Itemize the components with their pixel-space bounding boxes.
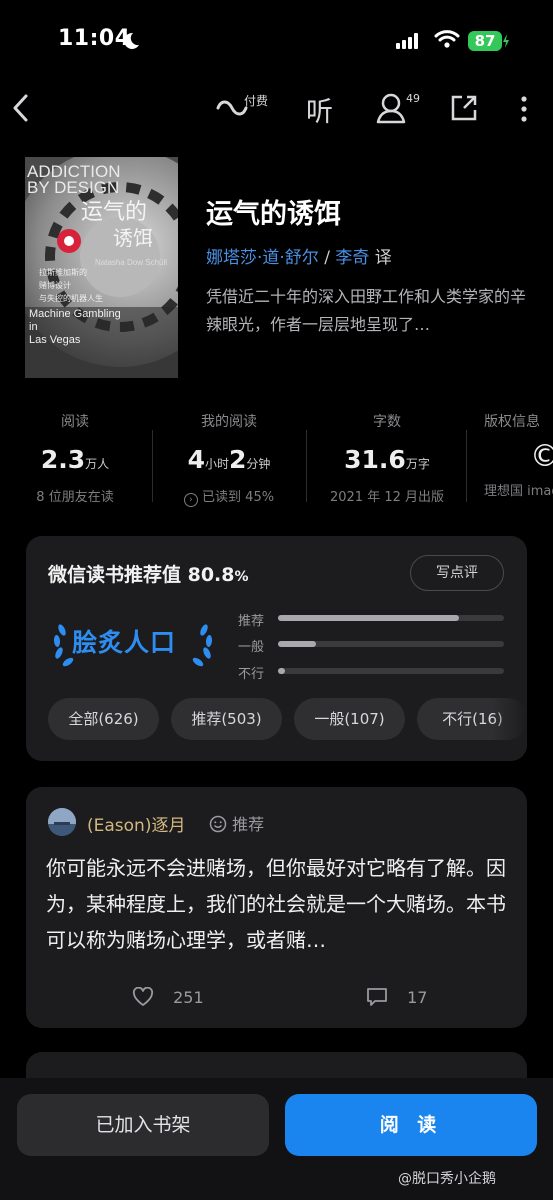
cover-title-cn: 运气的: [81, 200, 147, 225]
cover-title-cn-2: 诱饵: [113, 226, 153, 250]
smile-icon: [209, 815, 227, 833]
comment-button[interactable]: 17: [366, 987, 427, 1007]
cover-cn-line: 赌博设计: [39, 280, 71, 290]
translator-link[interactable]: 李奇: [335, 248, 369, 268]
rating-title-text: 微信读书推荐值 80.8: [48, 564, 235, 586]
rating-title: 微信读书推荐值 80.8%: [48, 560, 249, 587]
like-button[interactable]: 251: [132, 986, 204, 1007]
stat-sub: 2021 年 12 月出版: [329, 490, 445, 505]
watermark: @脱口秀小企鹅: [398, 1171, 496, 1187]
moon-icon: [124, 32, 139, 49]
comment-icon: [367, 988, 387, 1006]
bar-fill: [278, 615, 459, 621]
author-separator: /: [318, 248, 336, 268]
write-review-button[interactable]: 写点评: [410, 555, 504, 591]
rating-badge: 脍炙人口: [72, 628, 177, 657]
reviewer-name[interactable]: (Eason)逐月: [87, 811, 185, 836]
cover-en-line: Machine Gambling: [29, 308, 121, 320]
copyright-icon: ©: [530, 439, 553, 474]
stat-my-reading[interactable]: 我的阅读 4小时2分钟 › 已读到 45%: [154, 411, 304, 507]
word-unit: 万字: [405, 457, 430, 471]
author-line: 娜塔莎·道·舒尔 / 李奇 译: [206, 243, 392, 268]
cover-title-en-2: BY DESIGN: [27, 178, 119, 197]
translator-suffix: 译: [369, 248, 392, 268]
filter-average[interactable]: 一般(107): [294, 698, 405, 740]
stat-copyright[interactable]: 版权信息 © 理想国 imaginist: [484, 411, 553, 499]
bar-label-recommend: 推荐: [238, 614, 265, 629]
wifi-icon: [434, 30, 460, 48]
stat-divider: [306, 430, 307, 502]
reader-count: 49: [406, 92, 420, 105]
recommend-tag: 推荐: [209, 811, 264, 835]
scroll-fade: [492, 686, 527, 752]
progress-text: 已读到 45%: [202, 490, 275, 505]
author-link[interactable]: 娜塔莎·道·舒尔: [206, 248, 319, 268]
cover-en-line: in: [29, 321, 38, 333]
stat-word-count[interactable]: 字数 31.6万字 2021 年 12 月出版: [312, 411, 462, 505]
stat-value: 4小时2分钟: [154, 445, 304, 474]
stat-divider: [152, 430, 153, 502]
share-icon[interactable]: [450, 94, 478, 122]
listen-button[interactable]: 听: [306, 90, 333, 129]
word-value: 31.6: [344, 445, 406, 474]
readers-icon[interactable]: [376, 92, 408, 124]
stat-label: 字数: [373, 414, 401, 430]
signal-icon: [396, 33, 420, 49]
cover-cn-line: 与失控的机器人生: [39, 293, 103, 303]
filter-all[interactable]: 全部(626): [48, 698, 159, 740]
stat-readers[interactable]: 阅读 2.3万人 8 位朋友在读: [0, 411, 150, 505]
bar-label-average: 一般: [238, 640, 265, 655]
review-text[interactable]: 你可能永远不会进赌场，但你最好对它略有了解。因为，某种程度上，我们的社会就是一个…: [46, 850, 508, 958]
readers-value: 2.3: [40, 445, 86, 474]
hours-unit: 小时: [204, 457, 229, 471]
more-icon[interactable]: [520, 96, 528, 122]
back-arrow-icon[interactable]: [10, 94, 32, 122]
rating-card: 微信读书推荐值 80.8% 写点评 脍炙人口 推荐 一般 不行 全部(626) …: [26, 536, 527, 761]
filter-recommend[interactable]: 推荐(503): [171, 698, 282, 740]
heart-icon: [132, 986, 154, 1006]
stat-sub: › 已读到 45%: [154, 486, 304, 507]
recommend-label: 推荐: [232, 815, 265, 834]
review-card[interactable]: (Eason)逐月 推荐 你可能永远不会进赌场，但你最好对它略有了解。因为，某种…: [26, 787, 527, 1028]
comment-count: 17: [407, 988, 428, 1007]
stat-label: 阅读: [61, 414, 89, 430]
arrow-circle-icon: ›: [183, 493, 198, 507]
minutes-unit: 分钟: [246, 457, 271, 471]
hours-value: 4: [187, 445, 205, 474]
bar-recommend: [278, 615, 504, 621]
stat-value: 2.3万人: [0, 445, 150, 474]
bar-fill: [278, 668, 285, 674]
stat-divider: [466, 430, 467, 502]
book-description[interactable]: 凭借近二十年的深入田野工作和人类学家的辛辣眼光，作者一层层地呈现了…: [206, 283, 526, 339]
cover-en-line: Las Vegas: [29, 334, 81, 346]
book-cover[interactable]: ADDICTION BY DESIGN 运气的 诱饵 Natasha Dow S…: [25, 157, 178, 378]
cover-art: ADDICTION BY DESIGN 运气的 诱饵 Natasha Dow S…: [25, 157, 178, 378]
avatar[interactable]: [48, 808, 76, 836]
bar-bad: [278, 668, 504, 674]
bar-fill: [278, 641, 317, 647]
paid-label[interactable]: 付费: [244, 92, 268, 109]
charging-icon: [503, 34, 509, 48]
minutes-value: 2: [229, 445, 247, 474]
readers-unit: 万人: [85, 457, 110, 471]
book-title: 运气的诱饵: [206, 199, 341, 230]
add-to-shelf-button[interactable]: 已加入书架: [17, 1094, 269, 1156]
stat-label: 我的阅读: [201, 414, 257, 430]
bar-label-bad: 不行: [238, 667, 265, 682]
stat-sub: 8 位朋友在读: [36, 490, 114, 505]
stat-label: 版权信息: [484, 414, 540, 430]
battery-indicator: 87: [468, 31, 502, 51]
like-count: 251: [173, 988, 204, 1007]
percent-sign: %: [234, 569, 249, 585]
status-time: 11:04: [58, 26, 131, 51]
cover-author-en: Natasha Dow Schüll: [95, 258, 167, 267]
cover-cn-line: 拉斯维加斯的: [39, 267, 87, 277]
bar-average: [278, 641, 504, 647]
read-button[interactable]: 阅 读: [285, 1094, 537, 1156]
stat-sub: 理想国 imaginist: [484, 484, 553, 499]
stat-value: 31.6万字: [312, 445, 462, 474]
